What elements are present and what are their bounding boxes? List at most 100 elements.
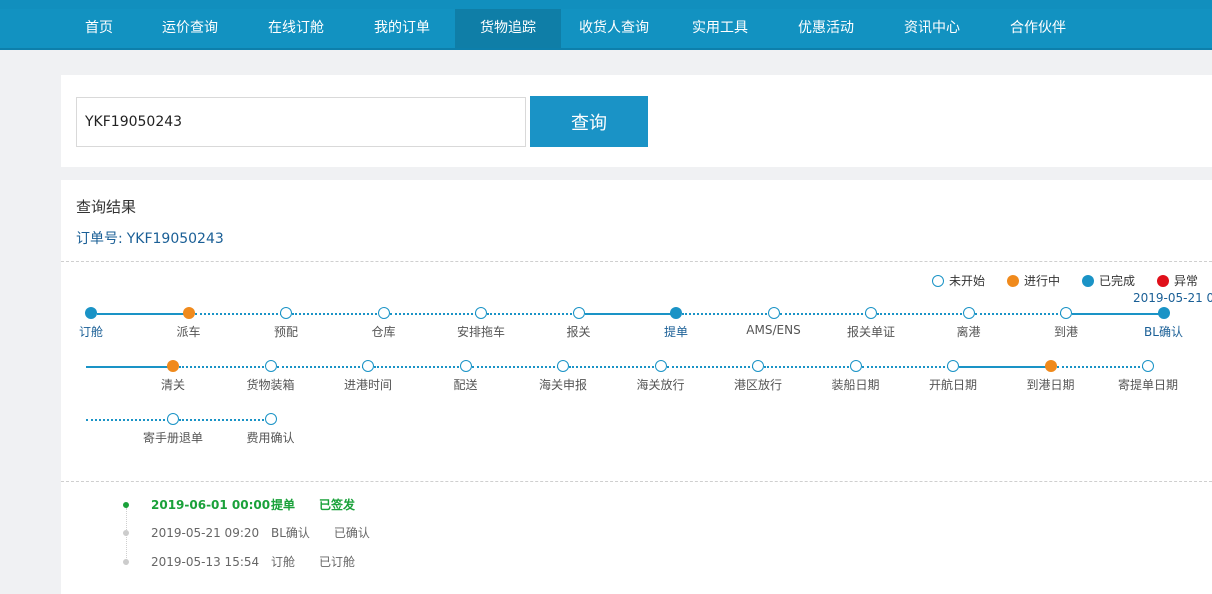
history-time: 2019-05-21 09:20 <box>151 525 260 540</box>
timeline-segment <box>86 419 173 421</box>
timeline-node-in-progress-icon[interactable] <box>1044 360 1057 372</box>
timeline-node-completed-icon[interactable] <box>85 307 97 319</box>
timeline-node-not-started-icon[interactable] <box>362 360 374 372</box>
timeline-node-label: 报关 <box>566 325 591 339</box>
timeline-segment <box>276 366 368 368</box>
timeline-node-not-started-icon[interactable] <box>865 307 877 319</box>
history-status: 已确认 <box>333 526 370 540</box>
timeline-node-in-progress-icon[interactable] <box>167 360 179 372</box>
timeline-segment <box>959 366 1051 368</box>
timeline-segment <box>877 313 969 315</box>
timeline-node-label: 仓库 <box>371 325 396 339</box>
timeline-segment <box>471 366 563 368</box>
timeline-segment <box>86 366 173 368</box>
timeline-segment <box>389 313 481 315</box>
nav-item-7[interactable]: 优惠活动 <box>773 9 879 48</box>
history-row: 2019-06-01 00:00 提单 已签发 <box>123 496 355 513</box>
tracking-number-input[interactable] <box>76 97 526 147</box>
timeline-segment <box>779 313 871 315</box>
timeline-segment <box>666 366 758 368</box>
timeline-node-not-started-icon[interactable] <box>572 307 585 319</box>
timeline-node-in-progress-icon[interactable] <box>182 307 195 319</box>
timeline-segment <box>374 366 466 368</box>
top-nav-bar: 首页 运价查询 在线订舱 我的订单 货物追踪 收货人查询 实用工具 优惠活动 资讯中心 合作伙伴 <box>0 0 1212 50</box>
timeline-node-label: AMS/ENS <box>746 323 801 337</box>
timeline-node-not-started-icon[interactable] <box>475 307 487 319</box>
timeline-node-label: 进港时间 <box>343 378 393 392</box>
nav-item-1[interactable]: 运价查询 <box>137 9 243 48</box>
timeline-node-label: 开航日期 <box>928 378 978 392</box>
timeline-node-label: 离港 <box>956 325 981 339</box>
timeline-node-label: BL确认 <box>1144 325 1183 339</box>
timeline-node-label: 提单 <box>663 325 689 339</box>
history-status: 已签发 <box>319 498 356 512</box>
history-node: 提单 <box>271 498 296 512</box>
timeline-node-label: 货物装箱 <box>246 378 295 392</box>
timeline-segment <box>974 313 1066 315</box>
timeline-segment <box>569 366 661 368</box>
search-button[interactable]: 查询 <box>530 96 648 147</box>
timeline-segment <box>179 366 271 368</box>
timeline-node-not-started-icon[interactable] <box>264 360 277 372</box>
timeline-node-label: 预配 <box>273 325 299 339</box>
nav-item-8[interactable]: 资讯中心 <box>879 9 985 48</box>
timeline-node-label: 寄提单日期 <box>1117 378 1179 392</box>
nav-item-4[interactable]: 货物追踪 <box>455 9 561 48</box>
timeline-node-label: 订舱 <box>78 325 104 339</box>
timeline-segment <box>1072 313 1164 315</box>
history-row: 2019-05-21 09:20 BL确认 已确认 <box>123 524 370 541</box>
timeline-node-label: 寄手册退单 <box>142 431 204 445</box>
timeline-node-label: 费用确认 <box>246 431 295 445</box>
timeline-node-not-started-icon[interactable] <box>280 307 292 319</box>
nav-item-9[interactable]: 合作伙伴 <box>985 9 1091 48</box>
timeline-node-label: 海关申报 <box>538 378 588 392</box>
timeline-segment <box>682 313 774 315</box>
timeline-node-completed-icon[interactable] <box>670 307 682 319</box>
timeline-node-not-started-icon[interactable] <box>557 360 569 372</box>
timeline-node-label: 派车 <box>176 325 201 339</box>
timeline-node-not-started-icon[interactable] <box>849 360 862 372</box>
timeline-node-not-started-icon[interactable] <box>654 360 667 372</box>
timeline-node-not-started-icon[interactable] <box>947 360 959 372</box>
timeline-segment <box>861 366 953 368</box>
timeline-node-completed-icon[interactable] <box>1157 307 1170 319</box>
timeline-segment <box>584 313 676 315</box>
timeline-segment <box>487 313 579 315</box>
timeline-node-label: 装船日期 <box>831 378 880 392</box>
nav-item-0[interactable]: 首页 <box>61 9 137 48</box>
timeline-node-not-started-icon[interactable] <box>264 413 277 425</box>
result-panel: 查询结果 订单号: YKF19050243 未开始 进行中 已完成 异常 2019-05… <box>61 180 1212 594</box>
nav-items: 首页 运价查询 在线订舱 我的订单 货物追踪 收货人查询 实用工具 优惠活动 资讯中心 合作伙伴 <box>0 9 1091 48</box>
tracking-timeline: 订舱 派车 预配 仓库 安排拖车 报关 提单 AMS/ENS 报关单证 离港 到港 BL确认 清关 货物装… <box>61 180 1212 480</box>
timeline-segment <box>194 313 286 315</box>
timeline-node-not-started-icon[interactable] <box>377 307 390 319</box>
history-bullet-icon <box>123 529 129 536</box>
nav-item-3[interactable]: 我的订单 <box>349 9 455 48</box>
timeline-node-label: 到港日期 <box>1026 378 1075 392</box>
history-node: BL确认 <box>271 526 310 540</box>
timeline-segment <box>97 313 189 315</box>
history-row: 2019-05-13 15:54 订舱 已订舱 <box>123 553 355 570</box>
timeline-node-label: 清关 <box>160 378 186 392</box>
timeline-node-not-started-icon[interactable] <box>167 413 179 425</box>
nav-item-6[interactable]: 实用工具 <box>667 9 773 48</box>
timeline-node-not-started-icon[interactable] <box>752 360 764 372</box>
timeline-segment <box>179 419 271 421</box>
timeline-node-not-started-icon[interactable] <box>1060 307 1072 319</box>
timeline-node-not-started-icon[interactable] <box>1142 360 1154 372</box>
nav-item-5[interactable]: 收货人查询 <box>561 9 667 48</box>
timeline-segment <box>1056 366 1148 368</box>
timeline-node-not-started-icon[interactable] <box>962 307 975 319</box>
nav-item-2[interactable]: 在线订舱 <box>243 9 349 48</box>
timeline-node-label: 海关放行 <box>636 378 685 392</box>
timeline-node-not-started-icon[interactable] <box>459 360 472 372</box>
history-time: 2019-06-01 00:00 <box>151 497 271 512</box>
timeline-node-not-started-icon[interactable] <box>767 307 780 319</box>
timeline-node-label: 到港 <box>1053 325 1079 339</box>
history-status: 已订舱 <box>319 555 356 569</box>
timeline-node-label: 配送 <box>453 378 478 392</box>
history-bullet-icon <box>123 501 129 508</box>
timeline-node-label: 港区放行 <box>733 378 783 392</box>
timeline-segment <box>764 366 856 368</box>
